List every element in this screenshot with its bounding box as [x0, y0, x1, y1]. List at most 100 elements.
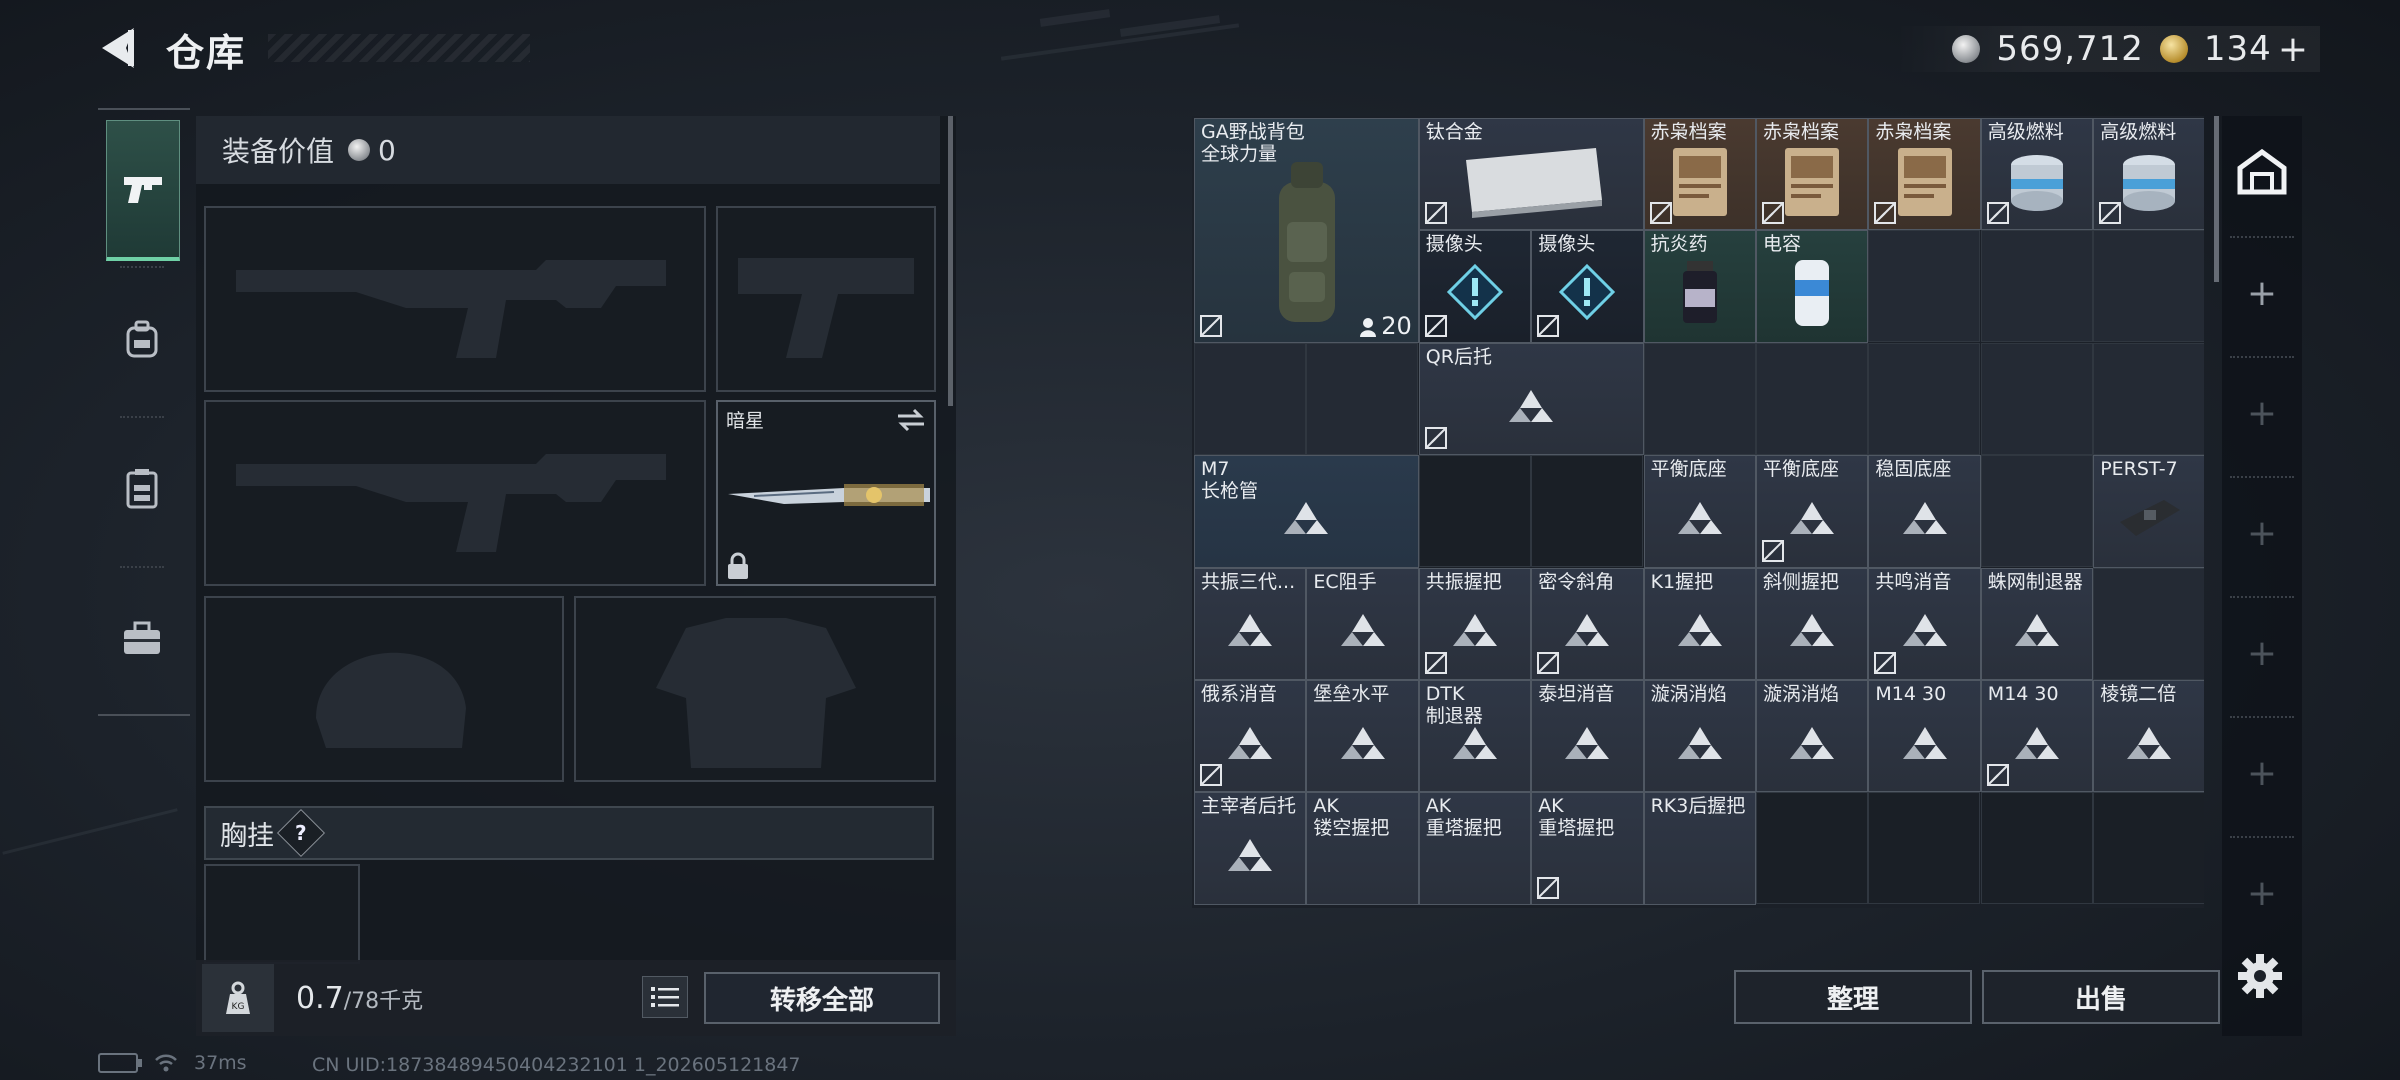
storage-item[interactable]: 平衡底座: [1756, 455, 1869, 568]
camera-alert-icon: [1446, 263, 1504, 321]
grid-cell[interactable]: [1418, 455, 1531, 568]
helmet-slot[interactable]: [204, 596, 564, 782]
nav-weapons[interactable]: [106, 120, 180, 261]
grid-cell[interactable]: [1643, 342, 1756, 455]
equipment-scrollbar[interactable]: [948, 116, 953, 406]
back-button[interactable]: [96, 24, 140, 72]
storage-item[interactable]: 俄系消音: [1194, 680, 1307, 793]
storage-item[interactable]: 共振握把: [1418, 567, 1532, 680]
title-stripe-decoration: [268, 34, 530, 62]
storage-item[interactable]: 抗炎药: [1643, 230, 1756, 343]
storage-item[interactable]: 平衡底座: [1643, 455, 1756, 568]
storage-item[interactable]: 摄像头: [1531, 230, 1644, 343]
grid-cell[interactable]: [2093, 230, 2204, 343]
nav-backpack[interactable]: [106, 270, 178, 406]
pistol-slot[interactable]: [716, 206, 936, 392]
grid-cell[interactable]: [1980, 455, 2093, 568]
add-storage-tab-button[interactable]: +: [2244, 516, 2280, 552]
storage-item[interactable]: 密令斜角: [1531, 567, 1644, 680]
storage-item[interactable]: 堡垒水平: [1306, 680, 1419, 793]
storage-item[interactable]: 漩涡消焰: [1756, 680, 1869, 793]
sell-button[interactable]: 出售: [1982, 970, 2220, 1024]
storage-item[interactable]: M14 30: [1868, 680, 1981, 793]
item-name: EC阻手: [1313, 570, 1377, 593]
storage-item[interactable]: 赤枭档案: [1756, 118, 1869, 231]
grid-cell[interactable]: [1868, 792, 1981, 905]
item-count: 20: [1381, 311, 1412, 340]
storage-item[interactable]: M7 长枪管: [1194, 455, 1419, 568]
storage-item[interactable]: RK3后握把: [1643, 792, 1756, 905]
storage-item[interactable]: 稳固底座: [1868, 455, 1981, 568]
storage-item[interactable]: QR后托: [1418, 342, 1644, 456]
grid-cell[interactable]: [2093, 567, 2204, 680]
storage-item[interactable]: 赤枭档案: [1643, 118, 1756, 231]
storage-scrollbar[interactable]: [2214, 116, 2219, 282]
grid-cell[interactable]: [1306, 342, 1419, 455]
grid-cell[interactable]: [1194, 342, 1306, 455]
storage-item[interactable]: AK 重塔握把: [1418, 792, 1532, 905]
grid-cell[interactable]: [1756, 792, 1868, 905]
primary-weapon-slot[interactable]: [204, 206, 706, 392]
item-name: 俄系消音: [1201, 683, 1278, 705]
nav-case[interactable]: [106, 570, 178, 706]
storage-item[interactable]: 共鸣消音: [1868, 567, 1981, 680]
storage-item[interactable]: DTK 制退器: [1418, 680, 1532, 793]
add-storage-tab-button[interactable]: +: [2244, 396, 2280, 432]
storage-item[interactable]: 棱镜二倍: [2093, 680, 2204, 793]
sort-button[interactable]: 整理: [1734, 970, 1972, 1024]
chest-rig-slot[interactable]: [204, 864, 360, 964]
grid-cell[interactable]: [1980, 792, 2093, 905]
list-view-button[interactable]: [642, 976, 688, 1018]
capacity-person-icon: [1360, 317, 1377, 337]
add-gold-button[interactable]: +: [2278, 29, 2308, 70]
storage-item[interactable]: EC阻手: [1306, 567, 1419, 680]
no-trade-icon: [1986, 202, 2009, 225]
grid-cell[interactable]: [1868, 230, 1981, 343]
storage-item[interactable]: 主宰者后托: [1194, 792, 1307, 905]
storage-item[interactable]: 共振三代...: [1194, 567, 1307, 680]
storage-item[interactable]: 高级燃料: [2093, 118, 2204, 231]
storage-item[interactable]: AK 镂空握把: [1306, 792, 1419, 905]
storage-item[interactable]: PERST-7: [2093, 455, 2204, 568]
storage-item[interactable]: GA野战背包 全球力量 20: [1194, 118, 1419, 343]
storage-item[interactable]: M14 30: [1980, 680, 2094, 793]
grid-cell[interactable]: [1531, 455, 1644, 568]
storage-item[interactable]: K1握把: [1643, 567, 1756, 680]
storage-item[interactable]: 漩涡消焰: [1643, 680, 1756, 793]
add-storage-tab-button[interactable]: +: [2244, 756, 2280, 792]
grid-cell[interactable]: [1756, 342, 1868, 455]
chest-help-button[interactable]: ?: [276, 808, 326, 858]
settings-gear-icon[interactable]: [2236, 952, 2284, 1000]
storage-item[interactable]: 蛛网制退器: [1980, 567, 2094, 680]
knife-icon: [728, 484, 930, 506]
storage-item[interactable]: 高级燃料: [1980, 118, 2094, 231]
storage-item[interactable]: 钛合金: [1418, 118, 1644, 231]
grid-cell[interactable]: [1980, 230, 2093, 343]
storage-item[interactable]: 赤枭档案: [1868, 118, 1981, 231]
grid-cell[interactable]: [1980, 342, 2093, 455]
nav-vest[interactable]: [106, 420, 178, 556]
no-trade-icon: [1424, 202, 1447, 225]
armor-slot[interactable]: [574, 596, 936, 782]
add-storage-tab-button[interactable]: +: [2244, 636, 2280, 672]
no-trade-icon: [1874, 651, 1897, 674]
storage-item[interactable]: AK 重塔握把: [1531, 792, 1644, 905]
warehouse-tab[interactable]: [2236, 146, 2288, 198]
grid-cell[interactable]: [2093, 342, 2204, 455]
helmet-silhouette-icon: [316, 652, 466, 748]
grid-cell[interactable]: [2093, 792, 2204, 905]
add-storage-tab-button[interactable]: +: [2244, 876, 2280, 912]
add-storage-tab-button[interactable]: +: [2244, 276, 2280, 312]
no-trade-icon: [2099, 202, 2122, 225]
storage-item[interactable]: 泰坦消音: [1531, 680, 1644, 793]
secondary-weapon-slot[interactable]: [204, 400, 706, 586]
melee-slot[interactable]: 暗星: [716, 400, 936, 586]
storage-item[interactable]: 斜侧握把: [1756, 567, 1869, 680]
attachment-placeholder-icon: [2014, 614, 2059, 647]
storage-item[interactable]: 电容: [1756, 230, 1869, 343]
transfer-all-button[interactable]: 转移全部: [704, 972, 940, 1024]
grid-cell[interactable]: [1868, 342, 1981, 455]
vest-icon: [126, 469, 158, 509]
swap-icon[interactable]: [896, 408, 926, 432]
storage-item[interactable]: 摄像头: [1418, 230, 1532, 343]
